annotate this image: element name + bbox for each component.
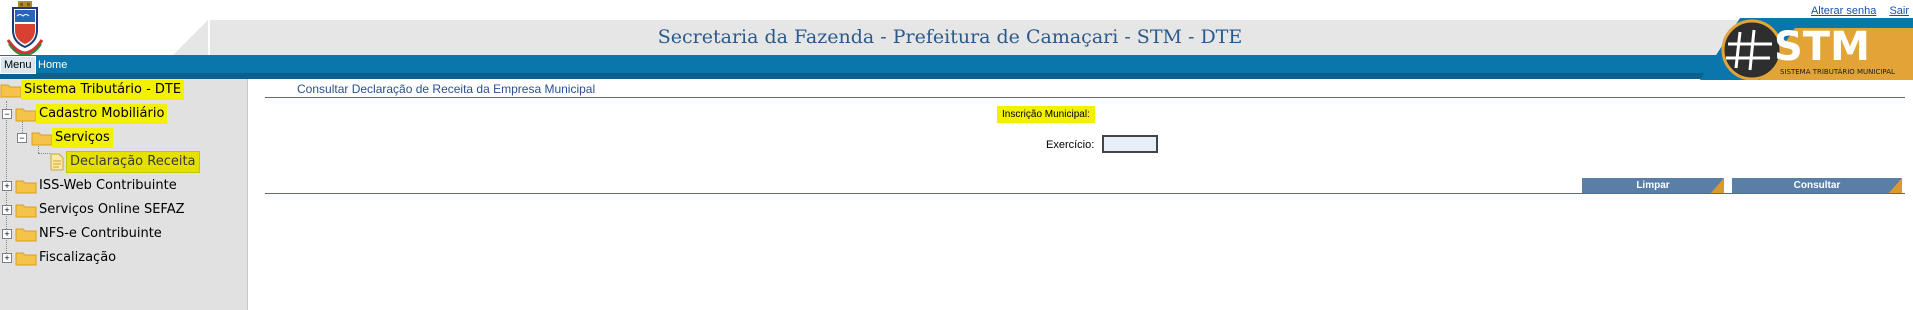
stm-logo-text: STM — [1774, 24, 1870, 70]
expand-toggle[interactable]: + — [2, 229, 12, 239]
change-password-link[interactable]: Alterar senha — [1811, 5, 1876, 17]
folder-open-icon — [31, 132, 53, 146]
expand-toggle[interactable]: + — [2, 253, 12, 263]
city-crest-icon — [6, 1, 44, 56]
limpar-button-label: Limpar — [1636, 180, 1670, 191]
divider — [265, 97, 1905, 98]
tree-label-servicos-online[interactable]: Serviços Online SEFAZ — [36, 200, 188, 220]
stm-logo: STM SISTEMA TRIBUTÁRIO MUNICIPAL — [1700, 18, 1913, 80]
expand-toggle[interactable]: + — [2, 205, 12, 215]
tree-label-iss[interactable]: ISS-Web Contribuinte — [36, 176, 180, 196]
logout-link[interactable]: Sair — [1889, 5, 1909, 17]
folder-icon — [15, 252, 37, 266]
exercicio-input[interactable] — [1102, 135, 1158, 153]
folder-open-icon — [0, 84, 22, 98]
tree-label-declaracao[interactable]: Declaração Receita — [66, 151, 200, 173]
stm-logo-subtext: SISTEMA TRIBUTÁRIO MUNICIPAL — [1780, 67, 1895, 76]
divider — [265, 193, 1905, 194]
exercicio-label: Exercício: — [1046, 139, 1095, 151]
section-heading: Consultar Declaração de Receita da Empre… — [297, 82, 596, 96]
collapse-toggle[interactable]: − — [2, 109, 12, 119]
tree-label-root[interactable]: Sistema Tributário - DTE — [21, 80, 185, 100]
menu-button[interactable]: Menu — [0, 56, 36, 74]
header: Secretaria da Fazenda - Prefeitura de Ca… — [0, 0, 1913, 56]
tree-label-fiscalizacao[interactable]: Fiscalização — [36, 248, 119, 268]
menu-bar — [0, 55, 1913, 73]
home-link[interactable]: Home — [38, 57, 67, 73]
consultar-button[interactable]: Consultar — [1732, 178, 1902, 194]
folder-icon — [15, 204, 37, 218]
inscricao-municipal-label: Inscrição Municipal: — [997, 106, 1095, 123]
tree-label-cadastro[interactable]: Cadastro Mobiliário — [36, 104, 168, 124]
consultar-button-label: Consultar — [1793, 180, 1841, 191]
page-title: Secretaria da Fazenda - Prefeitura de Ca… — [657, 26, 1243, 48]
folder-open-icon — [15, 108, 37, 122]
tree-line — [38, 153, 50, 154]
top-links: Alterar senha Sair — [1801, 5, 1909, 17]
document-icon — [50, 153, 64, 171]
folder-icon — [15, 180, 37, 194]
header-slant — [173, 20, 208, 55]
menu-bar-stripe — [0, 73, 1913, 79]
tree-label-servicos[interactable]: Serviços — [52, 128, 113, 148]
folder-icon — [15, 228, 37, 242]
button-corner — [1888, 178, 1902, 194]
limpar-button[interactable]: Limpar — [1582, 178, 1724, 194]
sidebar-tree: Sistema Tributário - DTE − Cadastro Mobi… — [0, 79, 248, 310]
tree-label-nfse[interactable]: NFS-e Contribuinte — [36, 224, 165, 244]
collapse-toggle[interactable]: − — [17, 133, 27, 143]
expand-toggle[interactable]: + — [2, 181, 12, 191]
button-corner — [1710, 178, 1724, 194]
